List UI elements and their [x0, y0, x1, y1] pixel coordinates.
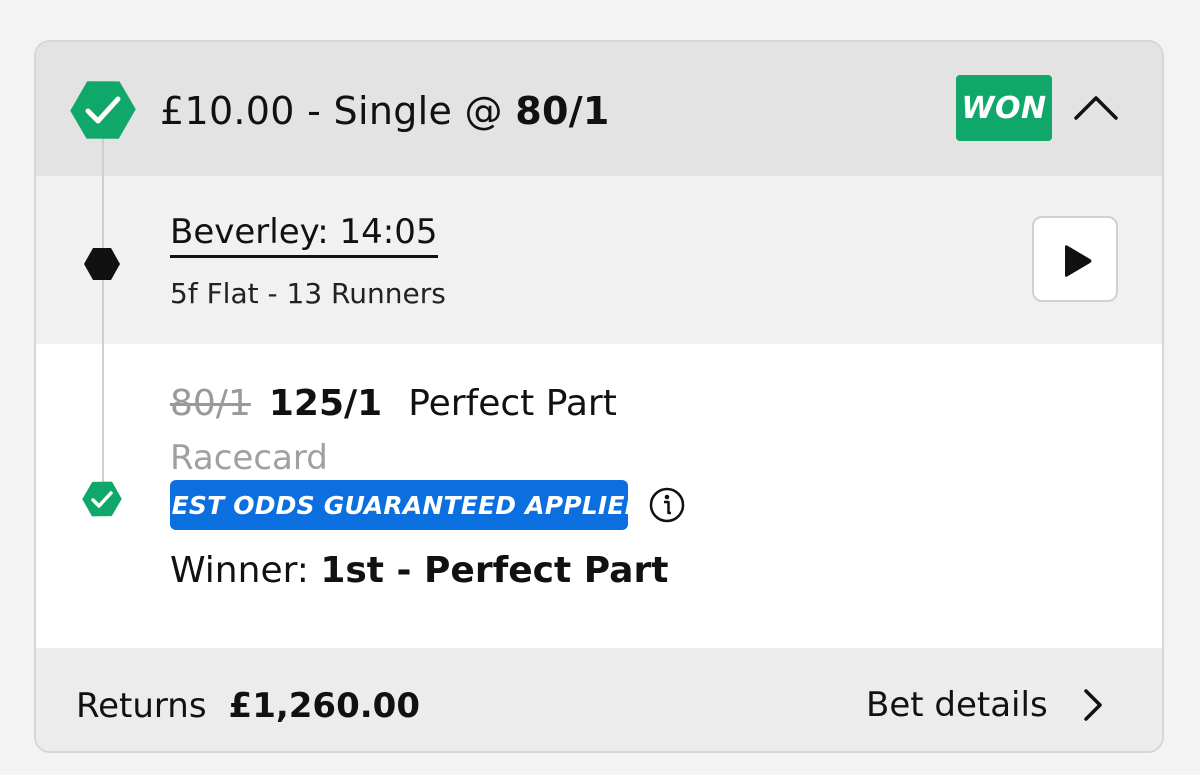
- bet-type: Single @: [333, 89, 516, 133]
- check-hexagon-icon: [70, 81, 136, 139]
- selection-name: Perfect Part: [408, 383, 617, 424]
- final-odds: 125/1: [268, 383, 383, 424]
- returns: Returns £1,260.00: [76, 684, 420, 728]
- bet-title: £10.00 - Single @ 80/1: [160, 86, 610, 136]
- chevron-up-icon[interactable]: [1070, 88, 1122, 128]
- play-icon: [1065, 245, 1092, 277]
- returns-label: Returns: [76, 686, 207, 726]
- racecard-link[interactable]: Racecard: [170, 436, 328, 480]
- timeline-connector: [102, 112, 104, 500]
- result-line: Winner: 1st - Perfect Part: [170, 548, 668, 594]
- bet-card: £10.00 - Single @ 80/1 WON Beverley: 14:…: [34, 40, 1164, 753]
- hexagon-dot-icon: [84, 248, 120, 280]
- bet-details-link[interactable]: Bet details: [866, 682, 1104, 728]
- selection-odds-line: 80/1 125/1 Perfect Part: [170, 382, 617, 426]
- race-title-link[interactable]: Beverley: 14:05: [170, 210, 438, 258]
- bet-title-separator: -: [294, 89, 334, 133]
- best-odds-guaranteed-badge: BEST ODDS GUARANTEED APPLIED: [152, 480, 645, 530]
- result-value: 1st - Perfect Part: [320, 550, 669, 591]
- info-circle-icon[interactable]: [648, 486, 686, 524]
- play-button[interactable]: [1032, 216, 1118, 302]
- result-label: Winner:: [170, 550, 321, 591]
- chevron-right-icon: [1083, 689, 1102, 721]
- bet-odds: 80/1: [515, 89, 610, 133]
- returns-value: £1,260.00: [228, 686, 420, 726]
- original-odds: 80/1: [170, 383, 251, 424]
- check-hexagon-icon: [82, 481, 122, 517]
- race-info: 5f Flat - 13 Runners: [170, 277, 446, 310]
- bet-details-label: Bet details: [866, 685, 1048, 725]
- status-badge: WON: [956, 75, 1052, 141]
- race-section: [36, 176, 1162, 344]
- bet-stake: £10.00: [160, 89, 295, 133]
